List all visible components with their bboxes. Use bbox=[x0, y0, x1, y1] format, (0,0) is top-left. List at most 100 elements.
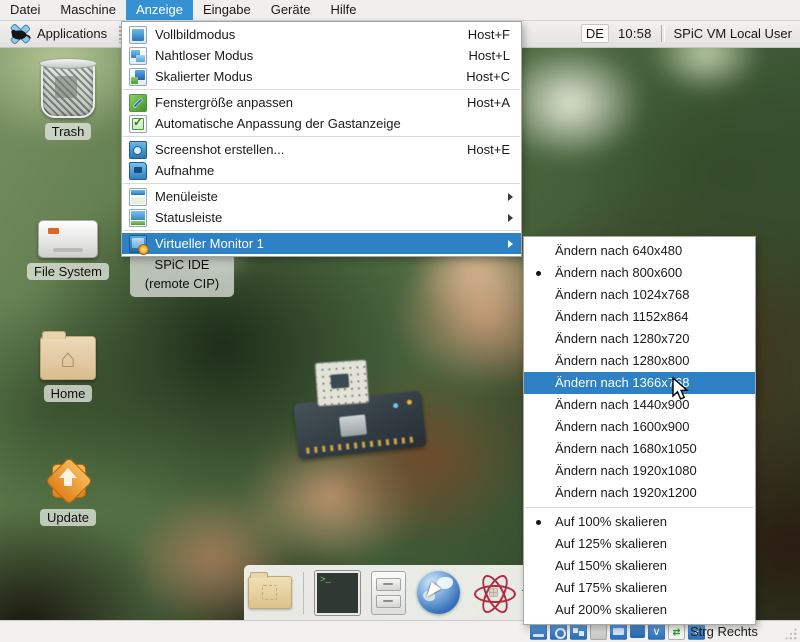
distro-mouse-icon bbox=[9, 24, 31, 44]
menu-item-vollbildmodus[interactable]: Vollbildmodus Host+F bbox=[122, 24, 521, 45]
menubar-item-eingabe[interactable]: Eingabe bbox=[193, 0, 261, 20]
hard-drive-icon bbox=[38, 220, 98, 258]
submenu-item-800x600[interactable]: Ändern nach 800x600 bbox=[524, 262, 755, 284]
submenu-item-1680x1050[interactable]: Ändern nach 1680x1050 bbox=[524, 438, 755, 460]
menubar-item-datei[interactable]: Datei bbox=[0, 0, 50, 20]
submenu-item-label: Auf 150% skalieren bbox=[555, 558, 667, 573]
desktop-icon-update[interactable]: Update bbox=[13, 456, 123, 526]
menu-item-aufnahme[interactable]: Aufnahme bbox=[122, 160, 521, 181]
menu-item-label: Screenshot erstellen... bbox=[155, 142, 459, 157]
keyboard-layout-indicator[interactable]: DE bbox=[581, 24, 609, 43]
menu-item-virtueller-monitor-1[interactable]: Virtueller Monitor 1 bbox=[122, 233, 521, 254]
submenu-item-1280x800[interactable]: Ändern nach 1280x800 bbox=[524, 350, 755, 372]
features-status-icon[interactable] bbox=[648, 624, 665, 640]
menu-item-label: Virtueller Monitor 1 bbox=[155, 236, 500, 251]
menu-item-shortcut: Host+F bbox=[468, 27, 510, 42]
menu-item-fenstergroesse-anpassen[interactable]: Fenstergröße anpassen Host+A bbox=[122, 92, 521, 113]
network-status-icon[interactable] bbox=[570, 624, 587, 640]
submenu-item-1600x900[interactable]: Ändern nach 1600x900 bbox=[524, 416, 755, 438]
menu-item-label: Fenstergröße anpassen bbox=[155, 95, 459, 110]
radio-dot-icon bbox=[536, 520, 541, 525]
menu-separator bbox=[525, 507, 754, 508]
web-browser-icon[interactable] bbox=[417, 571, 460, 614]
menu-item-skalierter-modus[interactable]: Skalierter Modus Host+C bbox=[122, 66, 521, 87]
menu-item-menueleiste[interactable]: Menüleiste bbox=[122, 186, 521, 207]
clock[interactable]: 10:58 bbox=[618, 26, 652, 41]
submenu-item-640x480[interactable]: Ändern nach 640x480 bbox=[524, 240, 755, 262]
applications-label: Applications bbox=[37, 26, 107, 41]
submenu-item-label: Ändern nach 1680x1050 bbox=[555, 441, 697, 456]
desktop-icon-label-line2: (remote CIP) bbox=[134, 275, 230, 294]
screenshot-icon bbox=[129, 141, 147, 159]
terminal-icon[interactable]: >_ bbox=[315, 571, 360, 615]
vm-window-menubar: Datei Maschine Anzeige Eingabe Geräte Hi… bbox=[0, 0, 800, 21]
seamless-icon bbox=[129, 47, 147, 65]
submenu-item-1920x1200[interactable]: Ändern nach 1920x1200 bbox=[524, 482, 755, 504]
radio-dot-icon bbox=[536, 271, 541, 276]
desktop-icon-label-line1: SPiC IDE bbox=[134, 256, 230, 275]
adjust-window-size-icon bbox=[129, 94, 147, 112]
vm-window: Datei Maschine Anzeige Eingabe Geräte Hi… bbox=[0, 0, 800, 642]
desktop-icon-label: Home bbox=[44, 385, 93, 402]
menubar-item-anzeige[interactable]: Anzeige bbox=[126, 0, 193, 20]
chip-detail bbox=[339, 414, 367, 437]
mouse-integration-status-icon[interactable] bbox=[668, 624, 685, 640]
menubar-item-hilfe[interactable]: Hilfe bbox=[320, 0, 366, 20]
trash-icon bbox=[41, 60, 95, 118]
submenu-item-1366x768[interactable]: Ändern nach 1366x768 bbox=[524, 372, 755, 394]
submenu-item-scale-200[interactable]: Auf 200% skalieren bbox=[524, 599, 755, 621]
menu-item-nahtloser-modus[interactable]: Nahtloser Modus Host+L bbox=[122, 45, 521, 66]
submenu-item-scale-150[interactable]: Auf 150% skalieren bbox=[524, 555, 755, 577]
submenu-item-label: Ändern nach 1600x900 bbox=[555, 419, 689, 434]
submenu-item-label: Ändern nach 1920x1080 bbox=[555, 463, 697, 478]
house-glyph: ⌂ bbox=[60, 345, 76, 371]
submenu-item-1152x864[interactable]: Ändern nach 1152x864 bbox=[524, 306, 755, 328]
submenu-item-scale-125[interactable]: Auf 125% skalieren bbox=[524, 533, 755, 555]
submenu-item-1920x1080[interactable]: Ändern nach 1920x1080 bbox=[524, 460, 755, 482]
menu-item-label: Vollbildmodus bbox=[155, 27, 460, 42]
menu-separator bbox=[123, 183, 520, 184]
desktop-icon-label: File System bbox=[27, 263, 109, 280]
file-manager-icon[interactable] bbox=[248, 576, 292, 609]
submenu-item-1024x768[interactable]: Ändern nach 1024x768 bbox=[524, 284, 755, 306]
submenu-item-1280x720[interactable]: Ändern nach 1280x720 bbox=[524, 328, 755, 350]
menu-item-screenshot-erstellen[interactable]: Screenshot erstellen... Host+E bbox=[122, 139, 521, 160]
dock: >_ bbox=[244, 565, 538, 620]
hard-disk-status-icon[interactable] bbox=[530, 624, 547, 640]
applications-menu-button[interactable]: Applications bbox=[0, 20, 116, 47]
physics-ide-icon[interactable] bbox=[471, 572, 517, 614]
menubar-item-geraete[interactable]: Geräte bbox=[261, 0, 321, 20]
menu-item-statusleiste[interactable]: Statusleiste bbox=[122, 207, 521, 228]
optical-drive-status-icon[interactable] bbox=[550, 624, 567, 640]
archive-cabinet-icon[interactable] bbox=[371, 571, 406, 615]
component-detail bbox=[330, 374, 349, 389]
shared-folders-status-icon[interactable] bbox=[630, 624, 645, 638]
submenu-item-label: Ändern nach 1440x900 bbox=[555, 397, 689, 412]
desktop-icon-trash[interactable]: Trash bbox=[13, 60, 123, 140]
usb-status-icon[interactable] bbox=[590, 624, 607, 640]
mouse-cursor bbox=[671, 377, 693, 401]
menu-item-label: Nahtloser Modus bbox=[155, 48, 460, 63]
desktop-icon-home[interactable]: ⌂ Home bbox=[13, 336, 123, 402]
submenu-item-scale-100[interactable]: Auf 100% skalieren bbox=[524, 511, 755, 533]
cursor-overlay-icon bbox=[427, 582, 442, 601]
submenu-item-label: Ändern nach 1280x720 bbox=[555, 331, 689, 346]
desktop-icon-file-system[interactable]: File System bbox=[13, 220, 123, 280]
recording-icon bbox=[129, 162, 147, 180]
menu-separator bbox=[123, 136, 520, 137]
menu-item-shortcut: Host+C bbox=[466, 69, 510, 84]
submenu-item-label: Auf 175% skalieren bbox=[555, 580, 667, 595]
user-session-label[interactable]: SPiC VM Local User bbox=[674, 26, 792, 41]
submenu-item-1440x900[interactable]: Ändern nach 1440x900 bbox=[524, 394, 755, 416]
scaled-icon bbox=[129, 68, 147, 86]
desktop-icon-spic-ide[interactable]: SPiC IDE (remote CIP) bbox=[130, 253, 234, 297]
anzeige-menu: Vollbildmodus Host+F Nahtloser Modus Hos… bbox=[121, 21, 522, 257]
monitor-submenu: Ändern nach 640x480 Ändern nach 800x600 … bbox=[523, 236, 756, 625]
menubar-item-maschine[interactable]: Maschine bbox=[50, 0, 126, 20]
menu-item-shortcut: Host+A bbox=[467, 95, 510, 110]
submenu-item-scale-175[interactable]: Auf 175% skalieren bbox=[524, 577, 755, 599]
resize-grip[interactable] bbox=[784, 627, 797, 640]
display-status-icon[interactable] bbox=[610, 624, 627, 640]
submenu-item-label: Ändern nach 1366x768 bbox=[555, 375, 689, 390]
menu-item-automatische-anpassung[interactable]: Automatische Anpassung der Gastanzeige bbox=[122, 113, 521, 134]
